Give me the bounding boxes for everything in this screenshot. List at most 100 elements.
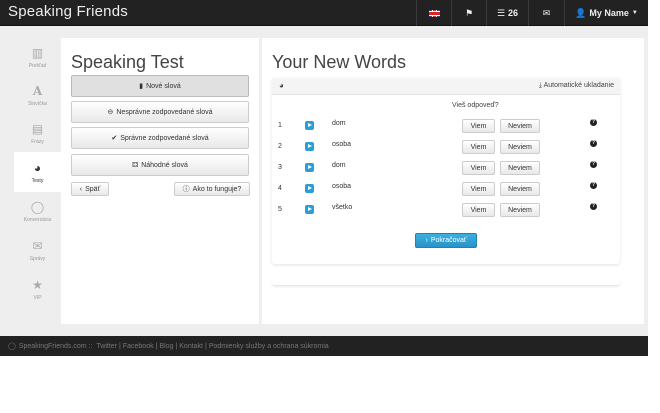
font-icon: A bbox=[32, 83, 43, 98]
sidebar-item-label: Slovíčka bbox=[28, 100, 47, 107]
flag-icon: ⚑ bbox=[464, 7, 474, 18]
row-number: 4 bbox=[278, 185, 282, 192]
sidebar-item-label: Konverzácia bbox=[23, 216, 52, 223]
know-button[interactable]: Viem bbox=[462, 140, 495, 154]
footer-link-blog[interactable]: Blog bbox=[159, 343, 173, 350]
dashboard-icon: ◕ bbox=[279, 81, 284, 90]
top-navbar: Speaking Friends ⚑ ☰ 26 ✉ 👤 My Name ▼ bbox=[0, 0, 648, 26]
word-list-counter[interactable]: ☰ 26 bbox=[486, 0, 528, 26]
question-label: Vieš odpoveď? bbox=[452, 102, 499, 109]
sidebar-item-phrases[interactable]: ▤ Frázy bbox=[14, 114, 61, 152]
word-count: 26 bbox=[508, 8, 519, 18]
dont-know-button[interactable]: Neviem bbox=[500, 119, 540, 133]
newspaper-icon: ▤ bbox=[31, 121, 44, 136]
footer: ◯ SpeakingFriends.com :: Twitter | Faceb… bbox=[0, 336, 648, 356]
help-icon[interactable]: ? bbox=[590, 119, 597, 126]
how-it-works-button[interactable]: ⓘ Ako to funguje? bbox=[174, 182, 250, 196]
sidebar-item-conversation[interactable]: ◯ Konverzácia bbox=[14, 192, 61, 230]
random-icon: ⚃ bbox=[132, 162, 139, 169]
new-words-button[interactable]: ▮ Nové slová bbox=[71, 75, 249, 97]
flag-button[interactable]: ⚑ bbox=[451, 0, 486, 26]
correct-answers-button[interactable]: ✔ Správne zodpovedané slová bbox=[71, 127, 249, 149]
sidebar-item-label: VIP bbox=[33, 294, 42, 301]
minus-circle-icon: ⊖ bbox=[107, 109, 114, 116]
messages-button[interactable]: ✉ bbox=[528, 0, 564, 26]
button-label: Ako to funguje? bbox=[192, 185, 242, 193]
sidebar-item-label: Frázy bbox=[31, 138, 44, 145]
row-word: dom bbox=[332, 162, 346, 169]
button-label: Neviem bbox=[508, 164, 532, 172]
dont-know-button[interactable]: Neviem bbox=[500, 161, 540, 175]
know-button[interactable]: Viem bbox=[462, 182, 495, 196]
row-number: 3 bbox=[278, 164, 282, 171]
button-label: Viem bbox=[470, 185, 487, 193]
button-label: Neviem bbox=[508, 122, 532, 130]
button-label: Viem bbox=[470, 206, 487, 214]
dont-know-button[interactable]: Neviem bbox=[500, 182, 540, 196]
know-button[interactable]: Viem bbox=[462, 119, 495, 133]
sidebar-item-tests[interactable]: ◕ Testy bbox=[14, 152, 61, 192]
footer-link-twitter[interactable]: Twitter bbox=[96, 343, 117, 350]
sidebar-item-overview[interactable]: ▥ Prehľad bbox=[14, 38, 61, 76]
dont-know-button[interactable]: Neviem bbox=[500, 140, 540, 154]
button-label: Nové slová bbox=[146, 82, 181, 90]
list-icon: ☰ bbox=[496, 7, 506, 18]
help-icon[interactable]: ? bbox=[590, 140, 597, 147]
star-icon: ★ bbox=[32, 277, 43, 292]
card-footer-divider bbox=[272, 278, 620, 286]
download-icon: ⤓ bbox=[538, 82, 542, 89]
page-title: Speaking Test bbox=[71, 52, 184, 72]
language-switch[interactable] bbox=[416, 0, 451, 26]
brand-logo[interactable]: Speaking Friends bbox=[8, 3, 128, 20]
button-label: Neviem bbox=[508, 143, 532, 151]
button-label: Viem bbox=[470, 164, 487, 172]
know-button[interactable]: Viem bbox=[462, 203, 495, 217]
sidebar-item-vip[interactable]: ★ VIP bbox=[14, 270, 61, 308]
button-label: Viem bbox=[470, 122, 487, 130]
help-icon[interactable]: ? bbox=[590, 182, 597, 189]
table-row: 1 dom Viem Neviem ? bbox=[272, 117, 620, 137]
know-button[interactable]: Viem bbox=[462, 161, 495, 175]
button-label: Pokračovať bbox=[430, 237, 467, 244]
random-words-button[interactable]: ⚃ Náhodné slová bbox=[71, 154, 249, 176]
play-audio-button[interactable] bbox=[305, 205, 314, 214]
play-audio-button[interactable] bbox=[305, 121, 314, 130]
user-menu[interactable]: 👤 My Name ▼ bbox=[564, 0, 648, 26]
play-audio-button[interactable] bbox=[305, 142, 314, 151]
back-button[interactable]: ‹ Späť bbox=[71, 182, 109, 196]
autosave-indicator: ⤓ Automatické ukladanie bbox=[539, 82, 614, 90]
help-icon[interactable]: ? bbox=[590, 161, 597, 168]
continue-button[interactable]: › Pokračovať bbox=[415, 233, 477, 248]
play-audio-button[interactable] bbox=[305, 163, 314, 172]
wrong-answers-button[interactable]: ⊖ Nesprávne zodpovedané slová bbox=[71, 101, 249, 123]
info-circle-icon: ⓘ bbox=[182, 186, 190, 193]
table-row: 5 všetko Viem Neviem ? bbox=[272, 201, 620, 221]
new-words-panel: Your New Words ◕ ⤓ Automatické ukladanie… bbox=[262, 38, 644, 324]
sidebar-item-words[interactable]: A Slovíčka bbox=[14, 76, 61, 114]
dont-know-button[interactable]: Neviem bbox=[500, 203, 540, 217]
row-number: 1 bbox=[278, 122, 282, 129]
row-word: všetko bbox=[332, 204, 353, 211]
words-card: ◕ ⤓ Automatické ukladanie Vieš odpoveď? … bbox=[272, 78, 620, 264]
button-label: Viem bbox=[470, 143, 487, 151]
footer-link-facebook[interactable]: Facebook bbox=[123, 343, 154, 350]
comment-icon: ◯ bbox=[30, 199, 45, 214]
file-icon: ▮ bbox=[139, 83, 144, 90]
chevron-right-icon: › bbox=[425, 237, 428, 244]
uk-flag-icon bbox=[428, 9, 440, 17]
footer-link-contact[interactable]: Kontakt bbox=[179, 343, 203, 350]
play-audio-button[interactable] bbox=[305, 184, 314, 193]
button-label: Neviem bbox=[508, 206, 532, 214]
button-label: Náhodné slová bbox=[141, 161, 188, 169]
caret-down-icon: ▼ bbox=[631, 10, 638, 16]
envelope-icon: ✉ bbox=[32, 238, 43, 253]
sidebar-item-label: Správy bbox=[29, 255, 46, 262]
sidebar-item-messages[interactable]: ✉ Správy bbox=[14, 231, 61, 269]
button-label: Nesprávne zodpovedané slová bbox=[116, 108, 213, 116]
help-icon[interactable]: ? bbox=[590, 203, 597, 210]
footer-site: SpeakingFriends.com :: bbox=[18, 342, 93, 350]
envelope-icon: ✉ bbox=[542, 7, 551, 18]
footer-link-terms[interactable]: Podmienky služby a ochrana súkromia bbox=[209, 343, 329, 350]
chevron-left-icon: ‹ bbox=[79, 185, 83, 193]
sidebar: ▥ Prehľad A Slovíčka ▤ Frázy ◕ Testy ◯ K… bbox=[14, 38, 61, 324]
